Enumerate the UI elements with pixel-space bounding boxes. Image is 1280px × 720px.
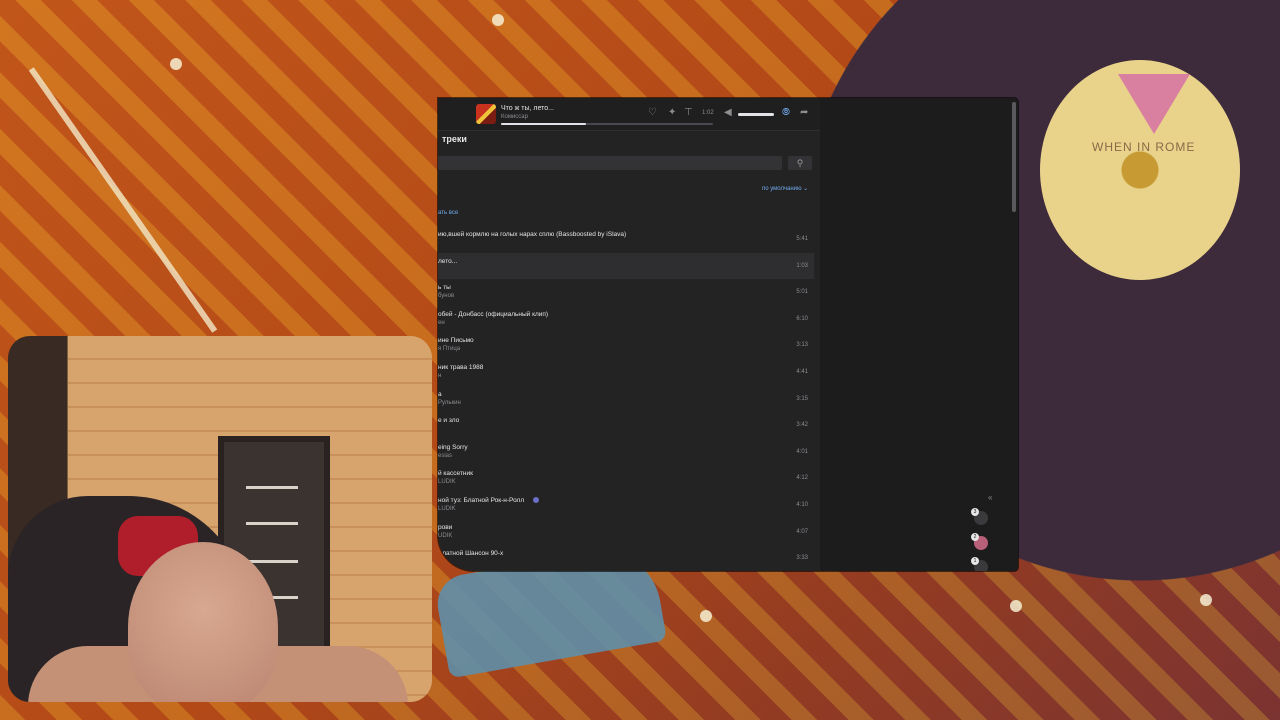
track-artist: LUDIK bbox=[438, 505, 456, 512]
track-artist: LUDIK bbox=[438, 479, 456, 486]
dislike-icon[interactable]: ♡ bbox=[648, 107, 657, 119]
track-duration: 3:15 bbox=[796, 395, 808, 402]
track-title: рови bbox=[438, 523, 453, 531]
avatar-count: 1 bbox=[971, 557, 979, 565]
streamer-head bbox=[128, 542, 278, 702]
paint-dot bbox=[700, 610, 712, 622]
track-title: а bbox=[438, 390, 442, 398]
track-title: ной туз: Блатной Рок-н-Ролл bbox=[438, 496, 525, 504]
track-artist: н bbox=[438, 372, 442, 379]
vinyl-record-label: WHEN IN ROME bbox=[1040, 60, 1240, 280]
broadcast-icon[interactable]: ⦾ bbox=[782, 107, 790, 119]
track-row[interactable]: а Рулькин 3:15 bbox=[438, 386, 814, 413]
sort-dropdown[interactable]: по умолчанию ⌄ bbox=[762, 185, 808, 192]
track-row[interactable]: рови UDIK 4:07 bbox=[438, 519, 814, 546]
track-title: ь ты bbox=[438, 284, 451, 292]
track-title: лето... bbox=[438, 257, 458, 265]
track-title: eing Sorry bbox=[438, 443, 468, 451]
avatar-count: 2 bbox=[971, 533, 979, 541]
track-row[interactable]: ной туз: Блатной Рок-н-Ролл LUDIK 4:10 bbox=[438, 492, 814, 519]
volume-slider[interactable] bbox=[738, 113, 774, 116]
music-app-window: Что ж ты, лето... Комиссар ♡ ✦ ⊤ 1:02 ◀ … bbox=[438, 98, 1018, 571]
track-row[interactable]: ине Письмо я Птица 3:13 bbox=[438, 332, 814, 359]
track-duration: 4:01 bbox=[796, 448, 808, 455]
sort-label: по умолчанию bbox=[762, 186, 802, 192]
door-strip bbox=[246, 560, 298, 563]
track-title: ине Письмо bbox=[438, 337, 474, 345]
webcam-overlay bbox=[8, 336, 432, 702]
progress-bar[interactable] bbox=[501, 123, 713, 125]
avatar-count: 3 bbox=[971, 508, 979, 516]
track-artist: ен bbox=[438, 319, 445, 326]
track-row[interactable]: ию,вшей кормлю на голых нарах сплю (Bass… bbox=[438, 226, 814, 253]
track-list: ию,вшей кормлю на голых нарах сплю (Bass… bbox=[438, 226, 814, 571]
track-title: ию,вшей кормлю на голых нарах сплю (Bass… bbox=[438, 231, 627, 238]
record-triangle-logo bbox=[1118, 74, 1190, 134]
track-duration: 4:12 bbox=[796, 475, 808, 482]
track-row[interactable]: ь ты бунов 5:01 bbox=[438, 279, 814, 306]
track-row[interactable]: eing Sorry esias 4:01 bbox=[438, 439, 814, 466]
track-row[interactable]: й кассетник LUDIK 4:12 bbox=[438, 465, 814, 492]
paint-dot bbox=[1200, 594, 1212, 606]
track-title: Блатной Шансон 90-х bbox=[438, 550, 504, 558]
track-title: й кассетник bbox=[438, 470, 473, 478]
lyrics-icon[interactable]: ⊤ bbox=[684, 107, 693, 119]
listen-all-link[interactable]: ать все bbox=[438, 210, 458, 216]
track-duration: 4:07 bbox=[796, 528, 808, 535]
paint-dot bbox=[1010, 600, 1022, 612]
track-duration: 4:10 bbox=[796, 501, 808, 508]
player-bar: Что ж ты, лето... Комиссар ♡ ✦ ⊤ 1:02 ◀ … bbox=[438, 98, 820, 131]
recommend-icon[interactable]: ✦ bbox=[668, 107, 676, 119]
avatar[interactable]: 2 bbox=[971, 533, 988, 550]
track-duration: 3:42 bbox=[796, 422, 808, 429]
track-row[interactable]: обей - Донбасс (официальный клип) ен 6:10 bbox=[438, 306, 814, 333]
track-row[interactable]: ник трава 1988 н 4:41 bbox=[438, 359, 814, 386]
collapse-icon[interactable]: « bbox=[988, 493, 992, 502]
scrollbar[interactable] bbox=[1012, 102, 1016, 212]
track-title: е и зло bbox=[438, 417, 460, 425]
track-artist: я Птица bbox=[438, 346, 461, 353]
track-artist: esias bbox=[438, 452, 453, 459]
track-duration: 1:03 bbox=[796, 262, 808, 269]
track-duration: 4:41 bbox=[796, 368, 808, 375]
track-title: обей - Донбасс (официальный клип) bbox=[438, 310, 549, 318]
share-icon[interactable]: ➦ bbox=[800, 107, 808, 119]
now-playing-artist[interactable]: Комиссар bbox=[501, 114, 528, 120]
paint-splash bbox=[28, 67, 218, 333]
track-row[interactable]: лето... 1:03 bbox=[438, 252, 814, 280]
track-duration: 5:01 bbox=[796, 289, 808, 296]
track-duration: 6:10 bbox=[796, 315, 808, 322]
explicit-badge-icon bbox=[533, 496, 539, 503]
track-artist: UDIK bbox=[438, 532, 453, 539]
record-label-text: WHEN IN ROME bbox=[1092, 140, 1196, 154]
page-title: треки bbox=[442, 134, 467, 144]
avatar[interactable]: 1 bbox=[971, 557, 988, 571]
avatar[interactable]: 3 bbox=[971, 508, 988, 525]
album-cover[interactable] bbox=[476, 104, 496, 124]
paint-dot bbox=[492, 14, 504, 26]
track-duration: 3:33 bbox=[796, 555, 808, 562]
paint-dot bbox=[170, 58, 182, 70]
elapsed-time: 1:02 bbox=[702, 110, 714, 116]
search-input[interactable] bbox=[438, 156, 782, 170]
track-duration: 3:13 bbox=[796, 342, 808, 349]
door-strip bbox=[246, 522, 298, 525]
now-playing-title[interactable]: Что ж ты, лето... bbox=[501, 105, 554, 112]
volume-icon[interactable]: ◀ bbox=[724, 107, 732, 119]
search-icon[interactable]: ⚲ bbox=[788, 156, 812, 170]
progress-fill bbox=[501, 123, 586, 125]
track-duration: 5:41 bbox=[796, 236, 808, 242]
track-row[interactable]: Блатной Шансон 90-х 3:33 bbox=[438, 545, 814, 571]
track-artist: бунов bbox=[438, 293, 455, 300]
track-row[interactable]: е и зло 3:42 bbox=[438, 412, 814, 439]
door-strip bbox=[246, 486, 298, 489]
track-artist: Рулькин bbox=[438, 399, 461, 406]
track-title: ник трава 1988 bbox=[438, 363, 484, 371]
